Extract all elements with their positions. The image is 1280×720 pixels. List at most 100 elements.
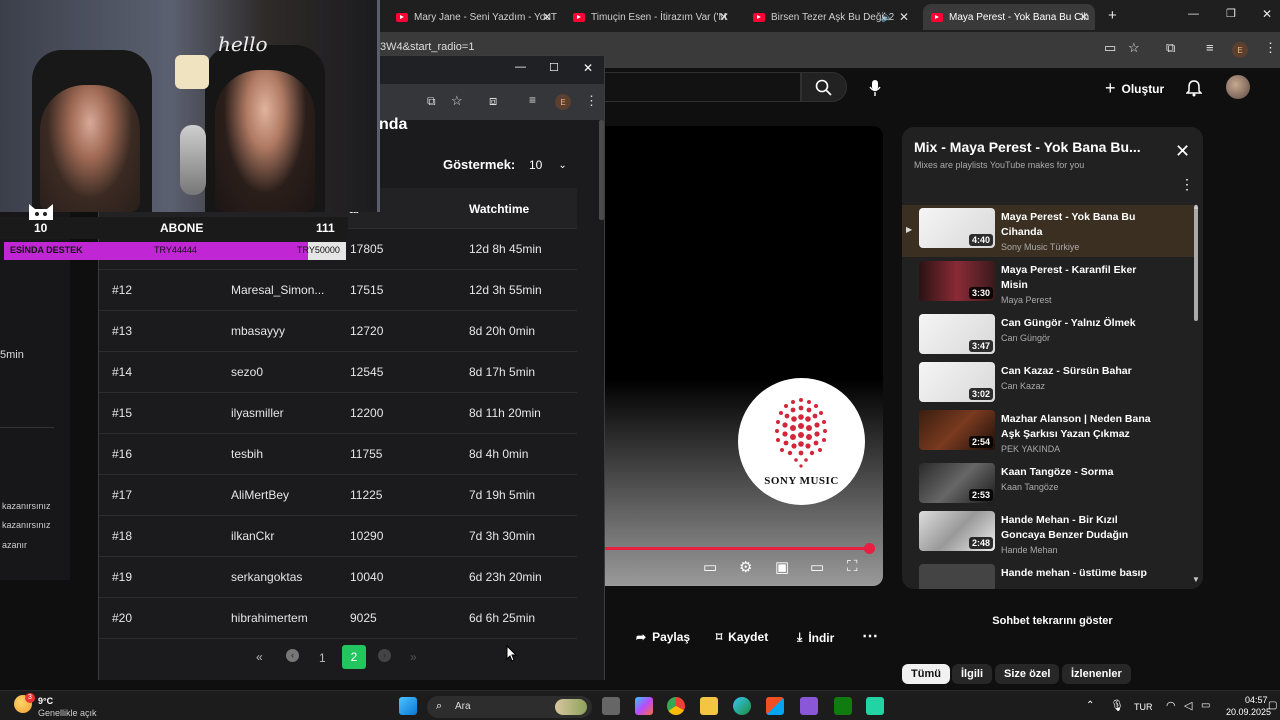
browser-tab-4[interactable]: Maya Perest - Yok Bana Bu Cih ✕ xyxy=(923,4,1095,30)
media-control-icon[interactable]: ≡ xyxy=(1206,40,1214,55)
bookmark-star-icon[interactable]: ☆ xyxy=(1128,40,1140,56)
task-view-icon[interactable] xyxy=(602,697,620,715)
wifi-icon[interactable]: ◠ xyxy=(1166,699,1176,712)
theater-mode-icon[interactable]: ▭ xyxy=(810,558,824,576)
close-window-icon[interactable]: ✕ xyxy=(1262,7,1272,21)
share-button[interactable]: ➦ Paylaş xyxy=(636,630,690,644)
close-icon[interactable]: ✕ xyxy=(542,10,552,24)
playlist-item[interactable]: 2:54 Mazhar Alanson | Neden Bana Aşk Şar… xyxy=(902,407,1194,459)
watchtime-cell: 7d 19h 5min xyxy=(469,488,536,502)
video-player[interactable] xyxy=(605,126,883,586)
rank-cell: #18 xyxy=(112,529,133,543)
playlist-item[interactable]: ▶ 4:40 Maya Perest - Yok Bana Bu Cihanda… xyxy=(902,205,1194,257)
prev-page-icon[interactable]: ‹ xyxy=(286,649,299,662)
playlist-item[interactable]: 2:48 Hande Mehan - Bir Kızıl Goncaya Ben… xyxy=(902,508,1194,560)
menu-kebab-icon[interactable]: ⋮ xyxy=(1264,40,1277,56)
chip-for-you[interactable]: Size özel xyxy=(995,664,1060,684)
tray-overflow-icon[interactable]: ⌃ xyxy=(1086,700,1094,711)
microphone-tray-icon[interactable]: 🎙 xyxy=(1110,699,1124,712)
weather-temp[interactable]: 9°C xyxy=(38,696,53,706)
clock-time[interactable]: 04:57 xyxy=(1245,695,1268,705)
notification-icon[interactable]: ▢ xyxy=(1268,700,1277,711)
panel-text: 5min xyxy=(0,349,24,361)
windows-start-icon[interactable] xyxy=(399,697,417,715)
maximize-icon[interactable]: ☐ xyxy=(549,61,559,74)
chrome-icon[interactable] xyxy=(667,697,685,715)
close-icon[interactable]: ✕ xyxy=(719,10,729,24)
taskbar-search-box[interactable]: ⌕ Ara xyxy=(427,696,592,718)
edge-icon[interactable] xyxy=(733,697,751,715)
volume-icon[interactable]: ◁ xyxy=(1184,699,1192,712)
page-button-2-active[interactable]: 2 xyxy=(342,645,366,669)
minimize-icon[interactable]: — xyxy=(515,61,526,73)
copilot-icon[interactable] xyxy=(635,697,653,715)
playlist-item[interactable]: 2:53 Kaan Tangöze - Sorma Kaan Tangöze xyxy=(902,460,1194,512)
profile-avatar[interactable]: E xyxy=(555,94,571,110)
browser-tab-2[interactable]: Timuçin Esen - İtirazım Var ('M ✕ xyxy=(565,4,735,30)
extensions-icon[interactable]: ⧈ xyxy=(489,93,497,109)
next-page-icon[interactable]: › xyxy=(378,649,391,662)
microphone-icon[interactable] xyxy=(868,79,882,97)
translate-icon[interactable]: ⧉ xyxy=(427,94,436,109)
minimize-icon[interactable]: — xyxy=(1188,8,1199,20)
video-progress-bar[interactable] xyxy=(605,547,871,550)
progress-scrubber-handle[interactable] xyxy=(864,543,875,554)
create-button[interactable]: + Oluştur xyxy=(1105,78,1164,99)
settings-gear-icon[interactable]: ⚙ xyxy=(739,558,752,576)
close-icon[interactable]: ✕ xyxy=(1175,141,1190,162)
playlist-item[interactable]: Hande mehan - üstüme basıp xyxy=(902,561,1194,589)
miniplayer-icon[interactable]: ▣ xyxy=(775,558,789,576)
last-page-icon[interactable]: » xyxy=(410,650,417,664)
chip-watched[interactable]: İzlenenler xyxy=(1062,664,1131,684)
page-size-select[interactable]: 10 ⌄ xyxy=(523,151,577,179)
subtitles-icon[interactable]: ▭ xyxy=(703,558,717,576)
playlist-item[interactable]: 3:47 Can Güngör - Yalnız Ölmek Can Güngö… xyxy=(902,311,1194,363)
search-button[interactable] xyxy=(801,72,847,102)
playlist-menu-icon[interactable]: ⋮ xyxy=(1180,176,1194,193)
browser-tab-1[interactable]: Mary Jane - Seni Yazdım - YouT ✕ xyxy=(388,4,558,30)
fullscreen-icon[interactable]: ⛶ xyxy=(847,558,858,575)
new-tab-icon[interactable]: + xyxy=(1108,7,1117,24)
media-control-icon[interactable]: ≡ xyxy=(529,93,536,107)
playlist-item[interactable]: 3:02 Can Kazaz - Sürsün Bahar Can Kazaz xyxy=(902,359,1194,411)
close-icon[interactable]: ✕ xyxy=(899,10,909,24)
chat-replay-button[interactable]: Sohbet tekrarını göster xyxy=(902,605,1203,637)
channel-name: Maya Perest xyxy=(1001,295,1052,305)
input-language[interactable]: TUR xyxy=(1134,702,1153,712)
notifications-bell-icon[interactable] xyxy=(1186,79,1202,97)
duration-badge: 3:30 xyxy=(968,287,993,299)
donation-goal-bar: ESİNDA DESTEK TRY44444 TRY50000 xyxy=(4,242,346,260)
popup-scrollbar[interactable] xyxy=(599,120,604,220)
app-icon[interactable] xyxy=(866,697,884,715)
store-icon[interactable] xyxy=(766,697,784,715)
close-window-icon[interactable]: ✕ xyxy=(583,61,593,75)
page-button-1[interactable]: 1 xyxy=(319,651,326,665)
clock-date[interactable]: 20.09.2025 xyxy=(1226,707,1271,717)
chip-all[interactable]: Tümü xyxy=(902,664,950,684)
save-button[interactable]: ⌑ Kaydet xyxy=(716,630,768,644)
bookmark-star-icon[interactable]: ☆ xyxy=(451,93,463,109)
speaker-icon[interactable]: 🔈 xyxy=(881,12,893,23)
file-explorer-icon[interactable] xyxy=(700,697,718,715)
extensions-icon[interactable]: ⧉ xyxy=(1166,40,1175,56)
battery-icon[interactable]: ▭ xyxy=(1201,700,1210,711)
playlist-title[interactable]: Mix - Maya Perest - Yok Bana Bu... xyxy=(914,139,1141,155)
app-icon[interactable] xyxy=(800,697,818,715)
more-actions-icon[interactable]: ⋯ xyxy=(862,626,878,646)
menu-kebab-icon[interactable]: ⋮ xyxy=(585,93,598,109)
weather-desc[interactable]: Genellikle açık xyxy=(38,708,97,718)
account-avatar[interactable] xyxy=(1226,75,1250,99)
browser-tab-3[interactable]: Birsen Tezer Aşk Bu Değil 2 🔈 ✕ xyxy=(745,4,915,30)
playlist-scrollbar[interactable] xyxy=(1194,205,1198,321)
cast-icon[interactable]: ▭ xyxy=(1104,40,1116,56)
xbox-icon[interactable] xyxy=(834,697,852,715)
search-input[interactable] xyxy=(605,72,801,102)
first-page-icon[interactable]: « xyxy=(256,650,263,664)
url-text[interactable]: 3W4&start_radio=1 xyxy=(380,41,474,53)
close-icon[interactable]: ✕ xyxy=(1079,10,1089,24)
playlist-item[interactable]: 3:30 Maya Perest - Karanfil Eker Misin M… xyxy=(902,258,1194,310)
restore-icon[interactable]: ❐ xyxy=(1226,7,1236,20)
profile-avatar[interactable]: E xyxy=(1232,42,1248,58)
chip-related[interactable]: İlgili xyxy=(952,664,992,684)
download-button[interactable]: ⤓ İndir xyxy=(797,630,834,645)
